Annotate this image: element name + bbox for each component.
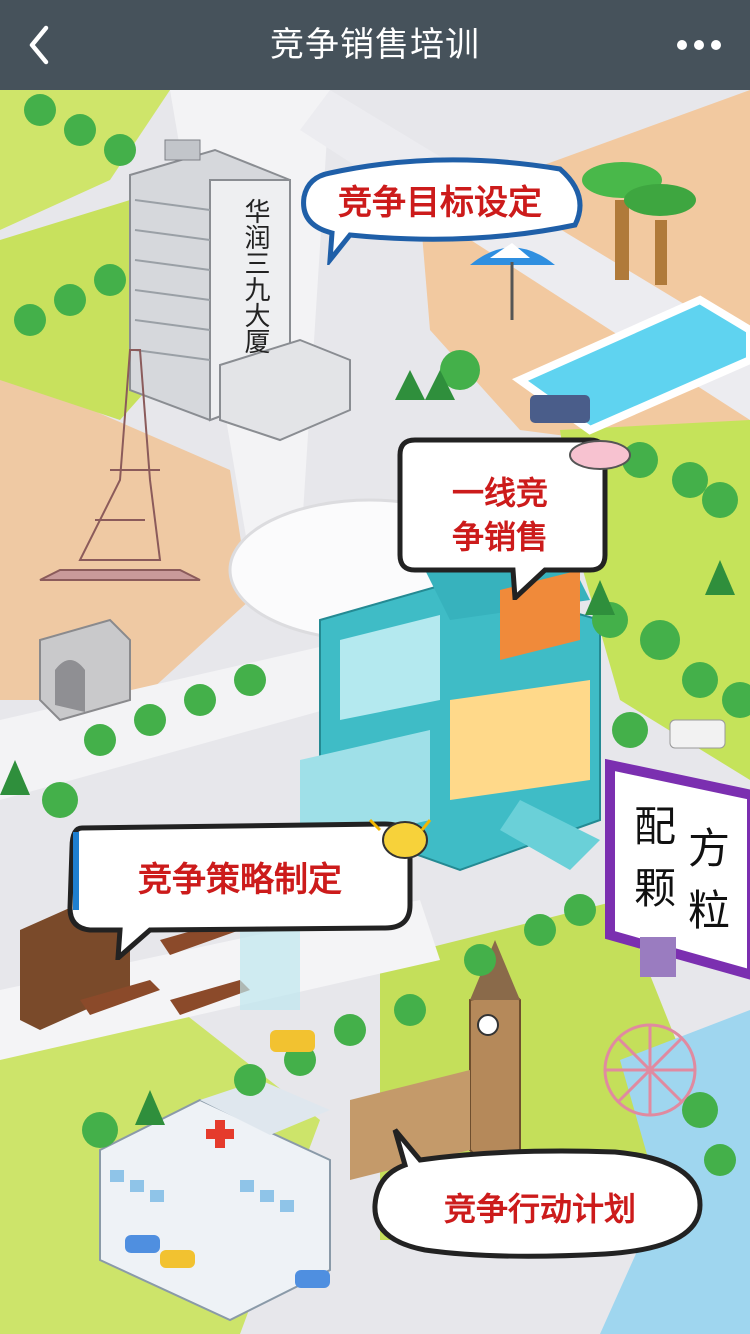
bubble-strategy[interactable]: 竞争策略制定: [60, 810, 440, 960]
billboard-char-4: 粒: [688, 886, 731, 935]
page-title: 竞争销售培训: [270, 25, 480, 65]
bubble-action-plan[interactable]: 竞争行动计划: [365, 1120, 725, 1270]
bubble-action-plan-label: 竞争行动计划: [443, 1190, 636, 1228]
nav-bar: 竞争销售培训: [0, 0, 750, 90]
bubble-frontline-line1: 一线竞: [451, 474, 548, 512]
bubble-frontline-sales[interactable]: 一线竞 争销售: [395, 430, 635, 600]
city-map: 华润三九大厦 竞争目标设定 一线竞 争销售 竞争策略制定 竞争行动计划 配 颗 …: [0, 90, 750, 1334]
bubble-frontline-line2: 争销售: [451, 518, 548, 556]
billboard-char-1: 配: [634, 802, 677, 851]
cloud-icon: [569, 440, 631, 470]
billboard-char-2: 方: [688, 824, 731, 873]
bubble-goal-setting[interactable]: 竞争目标设定: [290, 155, 590, 265]
billboard-formula-granules[interactable]: 配 颗 方 粒: [602, 755, 750, 985]
more-button[interactable]: [676, 30, 722, 60]
ferris-wheel: [603, 1023, 697, 1117]
building-sign: 华润三九大厦: [240, 198, 270, 354]
bubble-goal-setting-label: 竞争目标设定: [338, 183, 542, 223]
billboard-char-3: 颗: [634, 864, 677, 913]
bubble-strategy-label: 竞争策略制定: [138, 860, 342, 900]
more-horizontal-icon: [677, 40, 721, 50]
